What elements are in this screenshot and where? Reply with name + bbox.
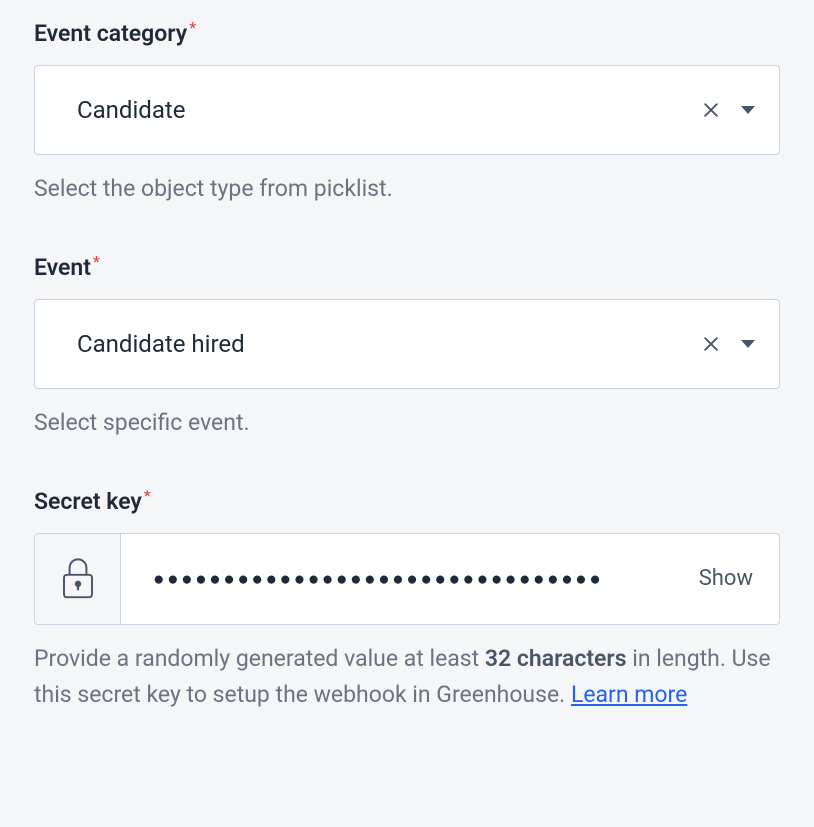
event-category-help: Select the object type from picklist.: [34, 171, 780, 208]
event-category-label-text: Event category: [34, 20, 187, 47]
chevron-down-icon[interactable]: [741, 106, 755, 114]
required-asterisk: *: [189, 18, 196, 37]
secret-key-masked: ●●●●●●●●●●●●●●●●●●●●●●●●●●●●●●●●: [153, 567, 699, 591]
clear-icon[interactable]: [701, 334, 721, 354]
secret-key-label: Secret key*: [34, 488, 149, 515]
event-category-select[interactable]: Candidate: [34, 65, 780, 155]
secret-key-input[interactable]: ●●●●●●●●●●●●●●●●●●●●●●●●●●●●●●●● Show: [121, 534, 779, 624]
secret-key-input-wrapper: ●●●●●●●●●●●●●●●●●●●●●●●●●●●●●●●● Show: [34, 533, 780, 625]
secret-key-field: Secret key* ●●●●●●●●●●●●●●●●●●●●●●●●●●●●…: [34, 488, 780, 715]
show-button[interactable]: Show: [699, 566, 753, 591]
chevron-down-icon[interactable]: [741, 340, 755, 348]
event-value: Candidate hired: [77, 330, 701, 358]
required-asterisk: *: [93, 252, 100, 271]
select-actions: [701, 334, 755, 354]
event-select[interactable]: Candidate hired: [34, 299, 780, 389]
select-actions: [701, 100, 755, 120]
clear-icon[interactable]: [701, 100, 721, 120]
secret-help-prefix: Provide a randomly generated value at le…: [34, 645, 485, 672]
event-category-value: Candidate: [77, 96, 701, 124]
required-asterisk: *: [144, 486, 151, 505]
secret-help-bold: 32 characters: [485, 645, 627, 672]
event-label-text: Event: [34, 254, 91, 281]
event-field: Event* Candidate hired Select specific e…: [34, 254, 780, 442]
event-category-field: Event category* Candidate Select the obj…: [34, 20, 780, 208]
secret-key-help: Provide a randomly generated value at le…: [34, 641, 780, 715]
learn-more-link[interactable]: Learn more: [571, 681, 687, 708]
event-category-label: Event category*: [34, 20, 194, 47]
event-help: Select specific event.: [34, 405, 780, 442]
event-label: Event*: [34, 254, 98, 281]
secret-key-label-text: Secret key: [34, 488, 142, 515]
lock-icon: [35, 534, 121, 624]
